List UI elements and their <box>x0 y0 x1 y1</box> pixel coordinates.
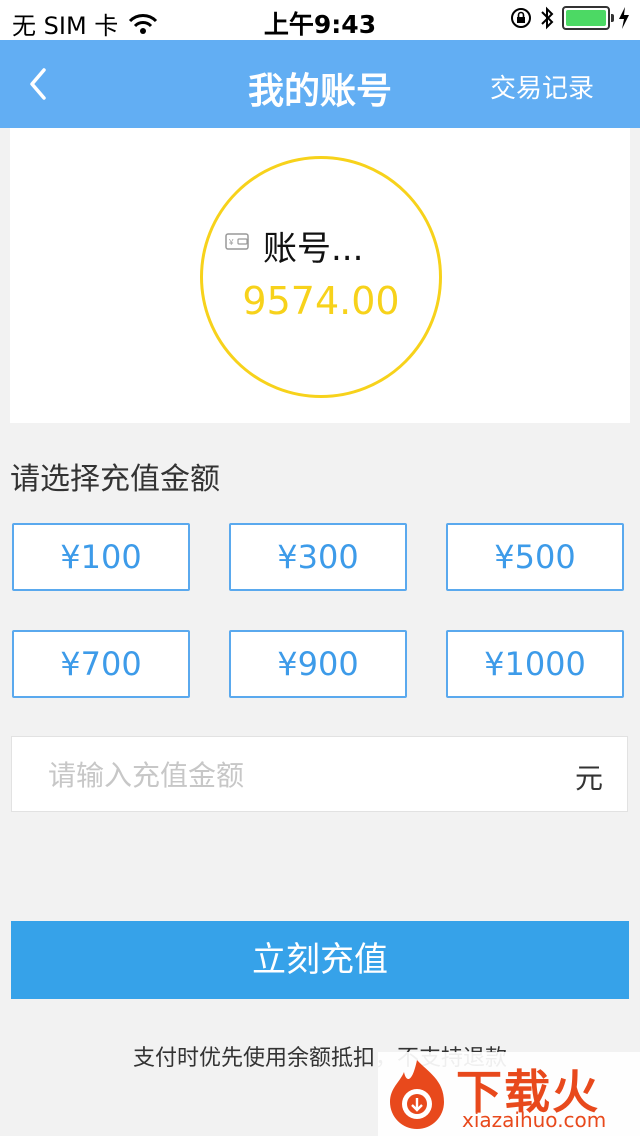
custom-amount-field: 元 <box>11 736 628 812</box>
wallet-icon: ¥ <box>225 233 249 250</box>
battery-icon <box>562 6 614 30</box>
charging-bolt-icon <box>619 7 629 29</box>
recharge-now-button[interactable]: 立刻充值 <box>11 921 629 999</box>
amount-option-900[interactable]: ¥900 <box>229 630 407 698</box>
svg-text:¥: ¥ <box>228 238 234 247</box>
status-right <box>510 6 630 30</box>
amount-option-500[interactable]: ¥500 <box>446 523 624 591</box>
recharge-section-title: 请选择充值金额 <box>10 462 220 497</box>
status-bar: 无 SIM 卡 上午9:43 <box>0 0 640 40</box>
amount-option-700[interactable]: ¥700 <box>12 630 190 698</box>
watermark: 下载火 xiazaihuo.com <box>378 1052 640 1136</box>
watermark-domain: xiazaihuo.com <box>462 1108 607 1132</box>
amount-option-1000[interactable]: ¥1000 <box>446 630 624 698</box>
transaction-history-link[interactable]: 交易记录 <box>490 68 594 105</box>
balance-circle: ¥ 账号... 9574.00 <box>200 156 442 398</box>
custom-amount-input[interactable] <box>46 749 550 801</box>
rotation-lock-icon <box>511 8 531 28</box>
currency-unit: 元 <box>574 762 603 795</box>
flame-logo-icon <box>390 1060 444 1129</box>
nav-bar: 我的账号 交易记录 <box>0 40 640 128</box>
amount-option-100[interactable]: ¥100 <box>12 523 190 591</box>
bluetooth-icon <box>541 6 554 30</box>
amount-option-300[interactable]: ¥300 <box>229 523 407 591</box>
balance-card: ¥ 账号... 9574.00 <box>10 128 630 423</box>
account-label: 账号... <box>263 229 364 269</box>
balance-amount: 9574.00 <box>242 279 400 323</box>
